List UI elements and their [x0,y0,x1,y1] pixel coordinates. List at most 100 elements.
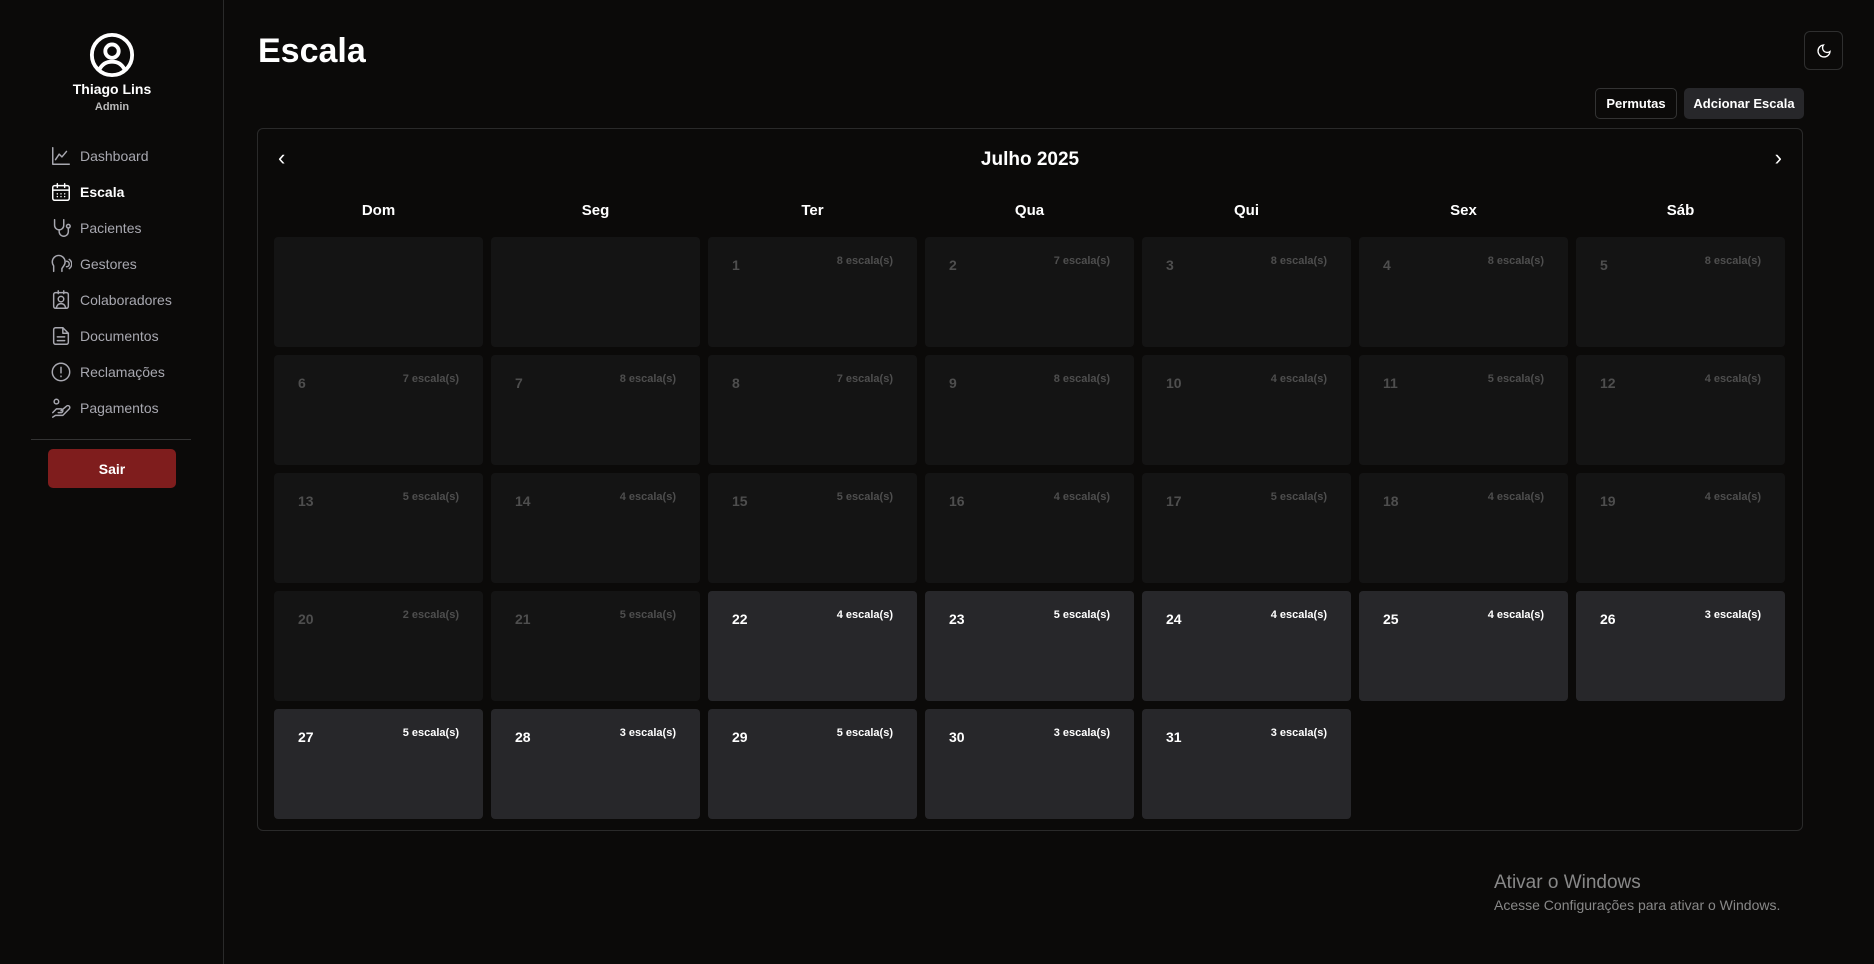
day-cell[interactable]: 25 4 escala(s) [1359,591,1568,701]
sidebar-item-pagamentos[interactable]: Pagamentos [50,390,172,426]
escala-count: 3 escala(s) [1270,727,1327,739]
day-number: 26 [1600,611,1616,627]
day-cell[interactable]: 4 8 escala(s) [1359,237,1568,347]
escala-count: 4 escala(s) [1704,373,1761,385]
sidebar-item-escala[interactable]: Escala [50,174,172,210]
escala-count: 5 escala(s) [619,609,676,621]
day-cell[interactable]: 23 5 escala(s) [925,591,1134,701]
day-cell[interactable]: 12 4 escala(s) [1576,355,1785,465]
escala-count: 7 escala(s) [1053,255,1110,267]
add-escala-button[interactable]: Adcionar Escala [1684,88,1804,119]
hand-coins-icon [52,398,71,418]
day-cell[interactable]: 3 8 escala(s) [1142,237,1351,347]
stethoscope-icon [53,219,71,237]
escala-count: 4 escala(s) [1487,491,1544,503]
day-number: 20 [298,611,314,627]
day-cell[interactable]: 28 3 escala(s) [491,709,700,819]
day-cell[interactable]: 5 8 escala(s) [1576,237,1785,347]
sidebar-item-label: Escala [80,184,125,200]
sidebar-item-label: Pagamentos [80,400,159,416]
day-cell[interactable]: 15 5 escala(s) [708,473,917,583]
next-month-button[interactable]: › [1775,145,1782,171]
escala-count: 5 escala(s) [1053,609,1110,621]
day-cell[interactable]: 18 4 escala(s) [1359,473,1568,583]
day-cell[interactable]: 8 7 escala(s) [708,355,917,465]
escala-count: 8 escala(s) [1270,255,1327,267]
weekday-label: Ter [801,201,824,219]
day-number: 3 [1166,257,1174,273]
day-number: 17 [1166,493,1182,509]
logout-button[interactable]: Sair [48,449,176,488]
day-number: 2 [949,257,957,273]
weekday-label: Sex [1450,201,1477,219]
escala-count: 5 escala(s) [402,491,459,503]
badge-user-icon [52,290,70,309]
escala-count: 8 escala(s) [1487,255,1544,267]
calendar-grid: 1 8 escala(s) 2 7 escala(s) 3 8 escala(s) 4 8 e… [274,237,1785,819]
day-cell[interactable]: 20 2 escala(s) [274,591,483,701]
weekday-header: Dom Seg Ter Qua Qui Sex Sáb [274,183,1785,237]
day-cell[interactable]: 27 5 escala(s) [274,709,483,819]
sidebar-item-gestores[interactable]: Gestores [50,246,172,282]
day-cell[interactable]: 1 8 escala(s) [708,237,917,347]
day-cell[interactable]: 19 4 escala(s) [1576,473,1785,583]
empty-day-cell [491,237,700,347]
day-cell[interactable]: 9 8 escala(s) [925,355,1134,465]
day-number: 10 [1166,375,1182,391]
calendar: ‹ Julho 2025 › Dom Seg Ter Qua Qui Sex Sáb 18 … [257,128,1803,831]
divider [31,439,191,440]
escala-count: 5 escala(s) [836,491,893,503]
speaking-head-icon [51,254,72,273]
day-cell[interactable]: 14 4 escala(s) [491,473,700,583]
user-role: Admin [94,101,130,113]
day-number: 11 [1383,375,1398,391]
permutas-button[interactable]: Permutas [1595,88,1677,119]
sidebar-item-colaboradores[interactable]: Colaboradores [50,282,172,318]
day-number: 16 [949,493,965,509]
escala-count: 4 escala(s) [1053,491,1110,503]
escala-count: 4 escala(s) [1487,609,1544,621]
day-cell[interactable]: 7 8 escala(s) [491,355,700,465]
day-cell[interactable]: 21 5 escala(s) [491,591,700,701]
day-cell[interactable]: 22 4 escala(s) [708,591,917,701]
sidebar-item-documentos[interactable]: Documentos [50,318,172,354]
moon-icon [1816,43,1831,58]
day-cell[interactable]: 26 3 escala(s) [1576,591,1785,701]
day-cell[interactable]: 24 4 escala(s) [1142,591,1351,701]
escala-count: 7 escala(s) [402,373,459,385]
day-cell[interactable]: 2 7 escala(s) [925,237,1134,347]
sidebar-item-dashboard[interactable]: Dashboard [50,138,172,174]
day-cell[interactable]: 16 4 escala(s) [925,473,1134,583]
day-number: 15 [732,493,748,509]
escala-count: 4 escala(s) [1270,609,1327,621]
theme-toggle-button[interactable] [1804,31,1843,70]
sidebar-item-label: Pacientes [80,220,142,236]
escala-count: 7 escala(s) [836,373,893,385]
escala-count: 4 escala(s) [619,491,676,503]
escala-count: 8 escala(s) [1053,373,1110,385]
sidebar-item-label: Documentos [80,328,159,344]
escala-count: 2 escala(s) [402,609,459,621]
weekday-label: Seg [581,201,610,219]
escala-count: 5 escala(s) [836,727,893,739]
escala-count: 4 escala(s) [1704,491,1761,503]
day-cell[interactable]: 31 3 escala(s) [1142,709,1351,819]
day-cell[interactable]: 29 5 escala(s) [708,709,917,819]
document-icon [52,327,70,345]
day-number: 8 [732,375,740,391]
day-cell[interactable]: 30 3 escala(s) [925,709,1134,819]
day-cell[interactable]: 13 5 escala(s) [274,473,483,583]
sidebar-item-pacientes[interactable]: Pacientes [50,210,172,246]
day-number: 7 [515,375,523,391]
sidebar-item-reclamacoes[interactable]: Reclamações [50,354,172,390]
day-cell[interactable]: 17 5 escala(s) [1142,473,1351,583]
day-number: 31 [1166,729,1182,745]
day-number: 21 [515,611,531,627]
day-cell[interactable]: 11 5 escala(s) [1359,355,1568,465]
calendar-icon [52,183,70,201]
day-cell[interactable]: 6 7 escala(s) [274,355,483,465]
escala-count: 5 escala(s) [402,727,459,739]
windows-activation-watermark: Ativar o Windows Acesse Configurações pa… [1494,872,1780,913]
day-cell[interactable]: 10 4 escala(s) [1142,355,1351,465]
day-number: 24 [1166,611,1182,627]
